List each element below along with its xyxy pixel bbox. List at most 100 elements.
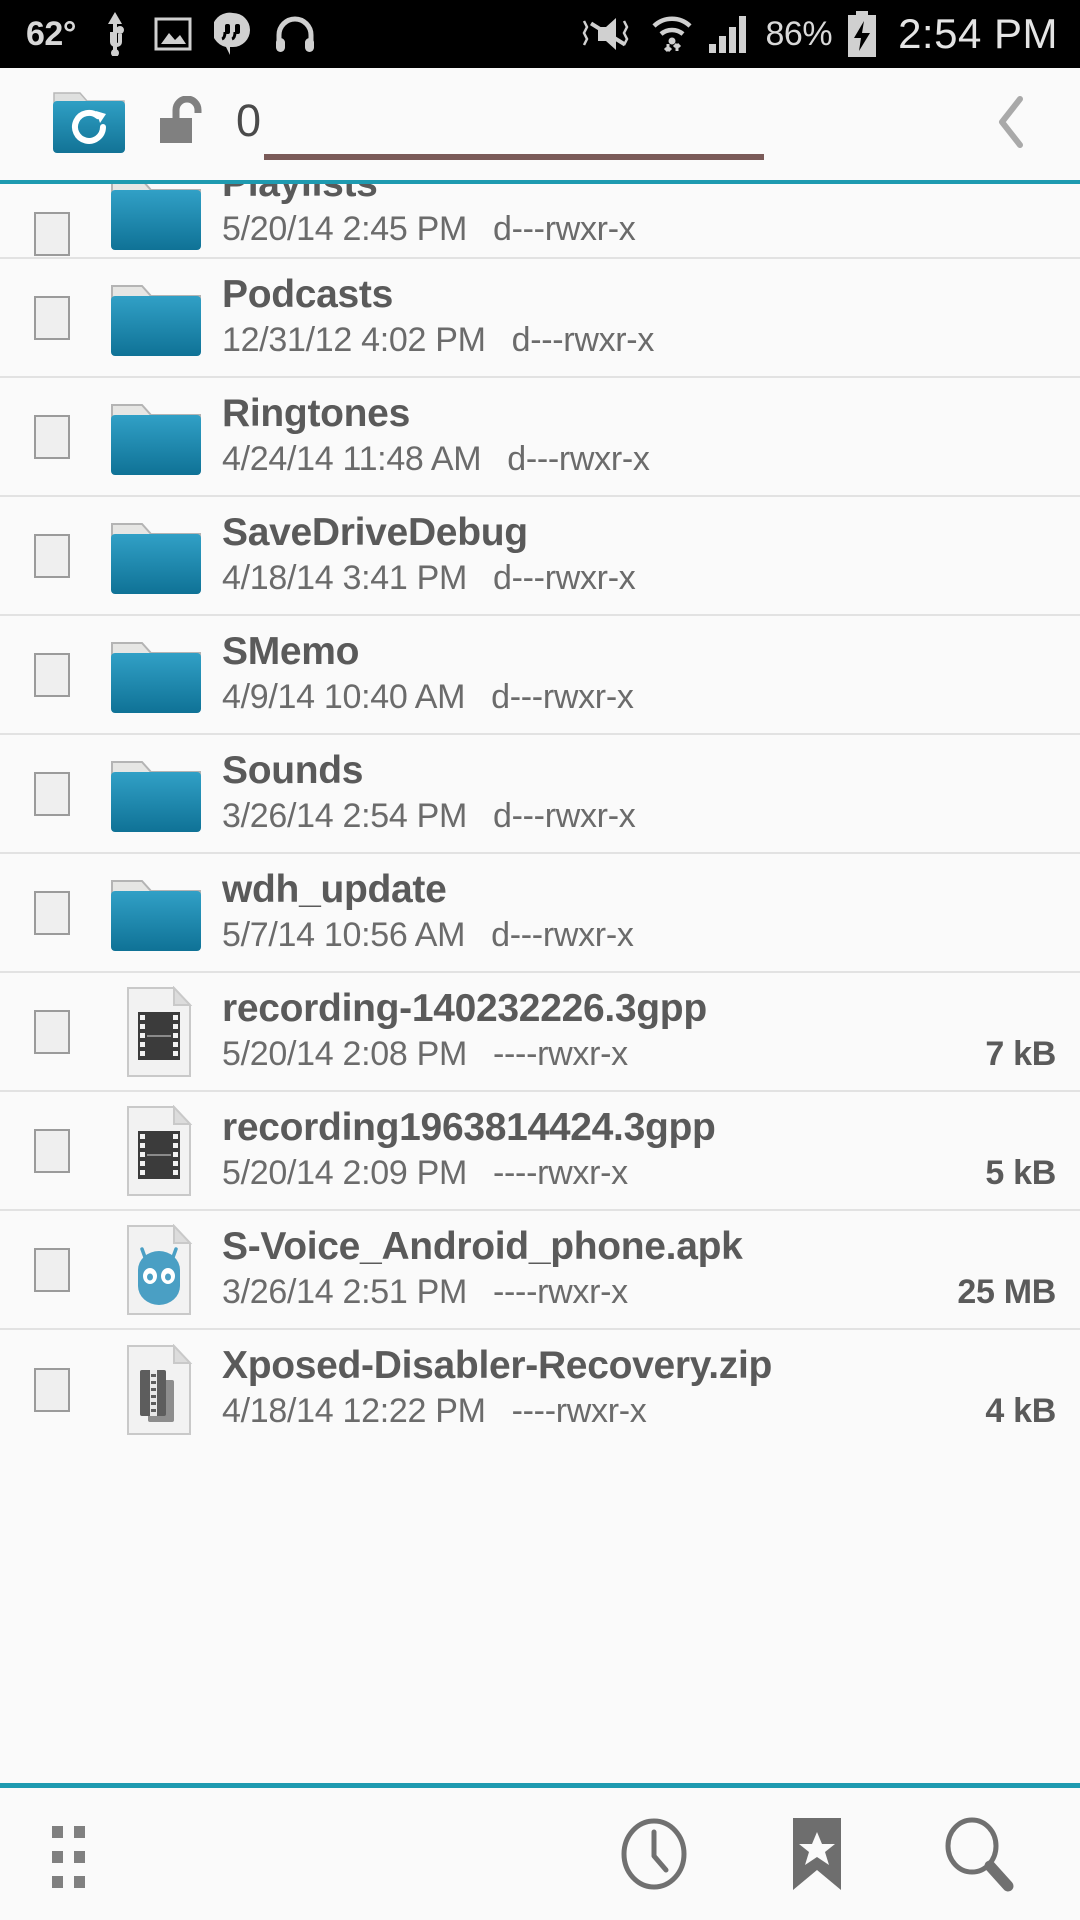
- row-checkbox[interactable]: [34, 890, 70, 935]
- wifi-icon: [650, 13, 694, 55]
- file-info: 3/26/14 2:51 PM ----rwxr-x: [222, 1273, 628, 1312]
- file-date: 4/9/14 10:40 AM: [222, 678, 466, 716]
- row-meta: S-Voice_Android_phone.apk 3/26/14 2:51 PM…: [222, 1211, 1080, 1328]
- file-info: 5/20/14 2:09 PM ----rwxr-x: [222, 1154, 628, 1193]
- app-toolbar: 0: [0, 68, 1080, 180]
- table-row[interactable]: Xposed-Disabler-Recovery.zip 4/18/14 12:2…: [0, 1330, 1080, 1449]
- status-bar: 62° 86% 2:54 PM: [0, 0, 1080, 68]
- file-date: 3/26/14 2:54 PM: [222, 797, 468, 835]
- bottom-navigation-bar: [0, 1788, 1080, 1920]
- battery-percent: 86%: [765, 14, 833, 53]
- file-date: 4/18/14 12:22 PM: [222, 1392, 486, 1430]
- row-meta: Ringtones 4/24/14 11:48 AM d---rwxr-x: [222, 378, 1080, 495]
- row-meta: SMemo 4/9/14 10:40 AM d---rwxr-x: [222, 616, 1080, 733]
- row-meta: Xposed-Disabler-Recovery.zip 4/18/14 12:2…: [222, 1330, 1080, 1449]
- file-name: Playlists: [222, 184, 378, 206]
- row-checkbox[interactable]: [34, 212, 70, 256]
- folder-refresh-icon[interactable]: [50, 83, 128, 155]
- unlock-icon[interactable]: [156, 95, 212, 146]
- video-file-icon: [108, 1103, 204, 1197]
- row-checkbox[interactable]: [34, 771, 70, 816]
- file-permissions: d---rwxr-x: [491, 916, 634, 954]
- file-size: 4 kB: [985, 1392, 1056, 1430]
- file-info: 4/18/14 12:22 PM ----rwxr-x: [222, 1392, 647, 1431]
- file-info: 4/24/14 11:48 AM d---rwxr-x: [222, 440, 650, 479]
- row-checkbox[interactable]: [34, 1009, 70, 1054]
- file-permissions: d---rwxr-x: [493, 559, 636, 597]
- table-row[interactable]: recording1963814424.3gpp 5/20/14 2:09 PM -…: [0, 1092, 1080, 1211]
- apk-file-icon: [108, 1222, 204, 1316]
- row-checkbox[interactable]: [34, 1128, 70, 1173]
- row-checkbox[interactable]: [34, 295, 70, 340]
- video-file-icon: [108, 984, 204, 1078]
- file-name: Xposed-Disabler-Recovery.zip: [222, 1344, 773, 1387]
- file-permissions: d---rwxr-x: [493, 210, 636, 248]
- file-permissions: d---rwxr-x: [491, 678, 634, 716]
- file-date: 5/20/14 2:09 PM: [222, 1154, 468, 1192]
- table-row[interactable]: SaveDriveDebug 4/18/14 3:41 PM d---rwxr-x: [0, 497, 1080, 616]
- folder-icon: [108, 748, 204, 840]
- table-row[interactable]: wdh_update 5/7/14 10:56 AM d---rwxr-x: [0, 854, 1080, 973]
- file-permissions: ----rwxr-x: [511, 1392, 647, 1430]
- screenshot-image-icon: [154, 16, 192, 52]
- row-meta: wdh_update 5/7/14 10:56 AM d---rwxr-x: [222, 854, 1080, 971]
- hangouts-icon: [213, 12, 252, 56]
- row-checkbox[interactable]: [34, 533, 70, 578]
- row-checkbox[interactable]: [34, 1247, 70, 1292]
- row-meta: SaveDriveDebug 4/18/14 3:41 PM d---rwxr-x: [222, 497, 1080, 614]
- row-checkbox[interactable]: [34, 1367, 70, 1412]
- file-info: 5/20/14 2:45 PM d---rwxr-x: [222, 210, 636, 249]
- file-name: recording1963814424.3gpp: [222, 1106, 716, 1149]
- file-list[interactable]: Playlists 5/20/14 2:45 PM d---rwxr-x Podca…: [0, 184, 1080, 1747]
- row-meta: recording-140232226.3gpp 5/20/14 2:08 PM -…: [222, 973, 1080, 1090]
- search-icon[interactable]: [940, 1816, 1016, 1892]
- mute-vibrate-off-icon: [580, 13, 636, 55]
- headphones-icon: [274, 15, 316, 53]
- file-date: 4/24/14 11:48 AM: [222, 440, 482, 478]
- file-name: Ringtones: [222, 392, 410, 435]
- row-meta: Playlists 5/20/14 2:45 PM d---rwxr-x: [222, 184, 1080, 257]
- row-meta: Podcasts 12/31/12 4:02 PM d---rwxr-x: [222, 259, 1080, 376]
- file-date: 5/20/14 2:45 PM: [222, 210, 468, 248]
- file-date: 3/26/14 2:51 PM: [222, 1273, 468, 1311]
- file-name: recording-140232226.3gpp: [222, 987, 707, 1030]
- file-permissions: ----rwxr-x: [493, 1273, 628, 1311]
- table-row[interactable]: Playlists 5/20/14 2:45 PM d---rwxr-x: [0, 184, 1080, 259]
- grid-menu-icon[interactable]: [50, 1826, 96, 1888]
- row-checkbox[interactable]: [34, 414, 70, 459]
- file-date: 12/31/12 4:02 PM: [222, 321, 486, 359]
- bookmark-icon[interactable]: [782, 1816, 852, 1892]
- zip-file-icon: [108, 1342, 204, 1436]
- file-info: 5/20/14 2:08 PM ----rwxr-x: [222, 1035, 628, 1074]
- file-info: 4/18/14 3:41 PM d---rwxr-x: [222, 559, 636, 598]
- path-input[interactable]: 0: [236, 84, 756, 158]
- file-permissions: d---rwxr-x: [511, 321, 655, 359]
- file-info: 4/9/14 10:40 AM d---rwxr-x: [222, 678, 634, 717]
- path-input-underline: [264, 154, 764, 160]
- table-row[interactable]: S-Voice_Android_phone.apk 3/26/14 2:51 PM…: [0, 1211, 1080, 1330]
- table-row[interactable]: recording-140232226.3gpp 5/20/14 2:08 PM -…: [0, 973, 1080, 1092]
- table-row[interactable]: SMemo 4/9/14 10:40 AM d---rwxr-x: [0, 616, 1080, 735]
- battery-charging-icon: [846, 11, 878, 57]
- clock-time: 2:54 PM: [898, 10, 1058, 57]
- status-bar-left: 62°: [0, 12, 316, 56]
- file-name: SMemo: [222, 630, 360, 673]
- table-row[interactable]: Sounds 3/26/14 2:54 PM d---rwxr-x: [0, 735, 1080, 854]
- chevron-left-icon[interactable]: [980, 88, 1044, 156]
- cellular-signal-icon: [708, 14, 752, 54]
- table-row[interactable]: Podcasts 12/31/12 4:02 PM d---rwxr-x: [0, 259, 1080, 378]
- row-checkbox[interactable]: [34, 652, 70, 697]
- file-name: wdh_update: [222, 868, 447, 911]
- file-date: 5/20/14 2:08 PM: [222, 1035, 468, 1073]
- file-date: 4/18/14 3:41 PM: [222, 559, 468, 597]
- file-permissions: d---rwxr-x: [493, 797, 636, 835]
- table-row[interactable]: Ringtones 4/24/14 11:48 AM d---rwxr-x: [0, 378, 1080, 497]
- file-name: S-Voice_Android_phone.apk: [222, 1225, 743, 1268]
- row-meta: Sounds 3/26/14 2:54 PM d---rwxr-x: [222, 735, 1080, 852]
- usb-icon: [98, 12, 132, 56]
- clock-icon[interactable]: [616, 1816, 692, 1892]
- file-permissions: ----rwxr-x: [493, 1035, 628, 1073]
- folder-icon: [108, 184, 204, 258]
- folder-icon: [108, 629, 204, 721]
- folder-icon: [108, 510, 204, 602]
